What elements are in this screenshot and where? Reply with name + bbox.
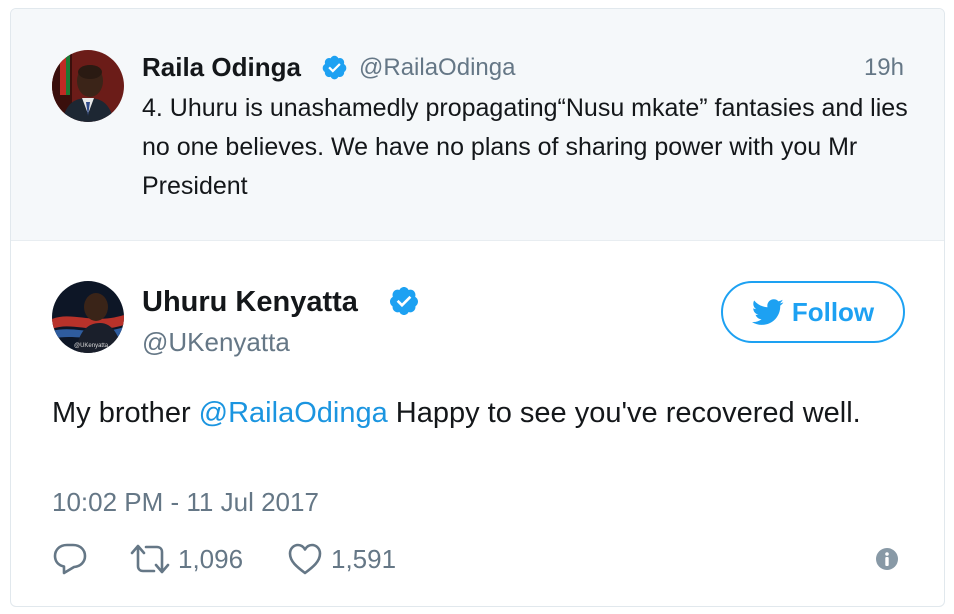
quoted-timestamp[interactable]: 19h [864,54,904,82]
raila-avatar-image [52,50,124,122]
twitter-bird-icon [751,298,784,325]
uhuru-handle[interactable]: @UKenyatta [142,327,290,358]
tweet-text: My brother @RailaOdinga Happy to see you… [52,391,922,435]
verified-badge-icon [389,287,418,315]
raila-name[interactable]: Raila Odinga [142,52,301,83]
tweet-text-after: Happy to see you've recovered well. [387,397,861,429]
follow-button[interactable]: Follow [721,281,905,343]
mention-link[interactable]: @RailaOdinga [199,397,388,429]
uhuru-avatar-image: @UKenyatta [52,281,124,353]
uhuru-name[interactable]: Uhuru Kenyatta [142,286,358,319]
like-button[interactable]: 1,591 [287,537,396,581]
tweet-embed-card: Raila Odinga @RailaOdinga 19h 4. Uhuru i… [10,8,945,607]
raila-avatar[interactable] [52,50,124,122]
avatar-caption: @UKenyatta [74,343,109,349]
reply-icon [53,543,87,575]
quoted-tweet-text: 4. Uhuru is unashamedly propagating“Nusu… [142,94,908,200]
reply-button[interactable] [52,537,88,581]
heart-icon [288,543,322,575]
like-count: 1,591 [331,543,397,574]
quoted-tweet[interactable]: Raila Odinga @RailaOdinga 19h 4. Uhuru i… [11,9,944,241]
info-icon[interactable] [875,547,899,571]
verified-badge-icon [322,55,347,80]
raila-handle[interactable]: @RailaOdinga [359,54,515,82]
retweet-button[interactable]: 1,096 [128,537,243,581]
tweet-timestamp[interactable]: 10:02 PM - 11 Jul 2017 [52,487,319,518]
tweet-text-before: My brother [52,397,199,429]
tweet-actions: 1,096 1,591 [52,537,912,581]
retweet-icon [130,544,170,574]
uhuru-avatar[interactable]: @UKenyatta [52,281,124,353]
retweet-count: 1,096 [178,543,244,574]
follow-label: Follow [791,296,875,327]
